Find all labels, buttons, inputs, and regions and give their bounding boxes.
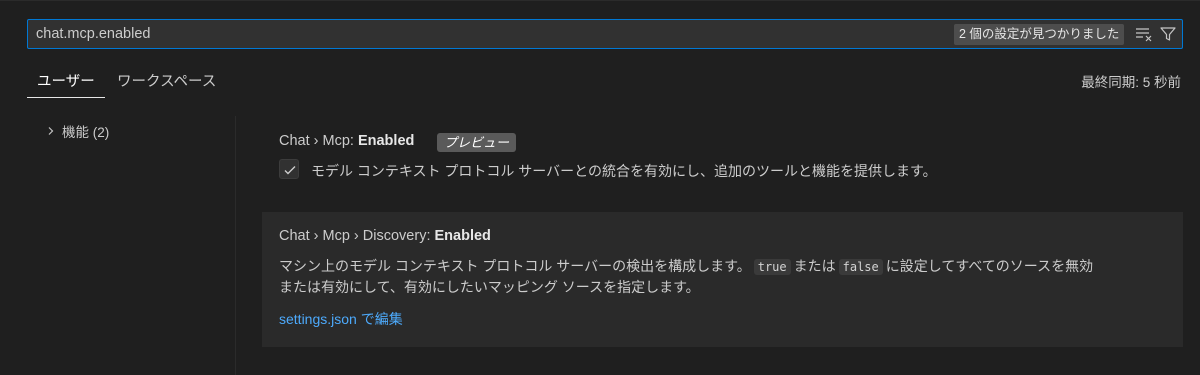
code-true: true [753, 259, 791, 275]
settings-search-bar[interactable]: 2 個の設定が見つかりました [27, 19, 1183, 49]
check-icon [284, 166, 296, 175]
description-text: に設定してすべてのソースを無効 [885, 258, 1094, 274]
setting-title-prefix: Chat › Mcp › Discovery: [279, 228, 435, 244]
setting-title-prefix: Chat › Mcp: [279, 133, 358, 149]
mcp-enabled-checkbox[interactable] [279, 159, 299, 179]
active-tab-indicator [27, 97, 105, 98]
search-result-count: 2 個の設定が見つかりました [954, 24, 1125, 45]
tree-divider [235, 116, 236, 375]
tree-item-label: 機能 (2) [62, 125, 110, 140]
editor-top-border [0, 0, 1200, 1]
preview-badge: プレビュー [437, 133, 517, 152]
description-text: または [793, 258, 836, 274]
edit-in-settings-json-link[interactable]: settings.json で編集 [279, 309, 403, 329]
chevron-right-icon [44, 121, 58, 141]
setting-description-line-2: または有効にして、有効にしたいマッピング ソースを指定します。 [279, 279, 700, 295]
setting-title-name: Enabled [434, 228, 491, 244]
setting-description-line-1: マシン上のモデル コンテキスト プロトコル サーバーの検出を構成します。 true… [279, 256, 1093, 276]
setting-title-name: Enabled [357, 133, 415, 149]
tab-user[interactable]: ユーザー [37, 70, 95, 91]
clear-filter-icon[interactable] [1134, 24, 1154, 44]
setting-description: モデル コンテキスト プロトコル サーバーとの統合を有効にし、追加のツールと機能… [311, 163, 937, 179]
filter-icon[interactable] [1158, 24, 1178, 44]
tab-workspace[interactable]: ワークスペース [117, 70, 216, 91]
setting-title-mcp-enabled: Chat › Mcp: Enabled [279, 133, 414, 149]
last-sync-status: 最終同期: 5 秒前 [1081, 75, 1181, 90]
setting-title-mcp-discovery: Chat › Mcp › Discovery: Enabled [279, 228, 491, 244]
tree-item-features[interactable]: 機能 (2) [44, 121, 109, 141]
settings-search-input[interactable] [28, 20, 928, 48]
description-text: マシン上のモデル コンテキスト プロトコル サーバーの検出を構成します。 [279, 258, 751, 274]
code-false: false [838, 259, 883, 275]
